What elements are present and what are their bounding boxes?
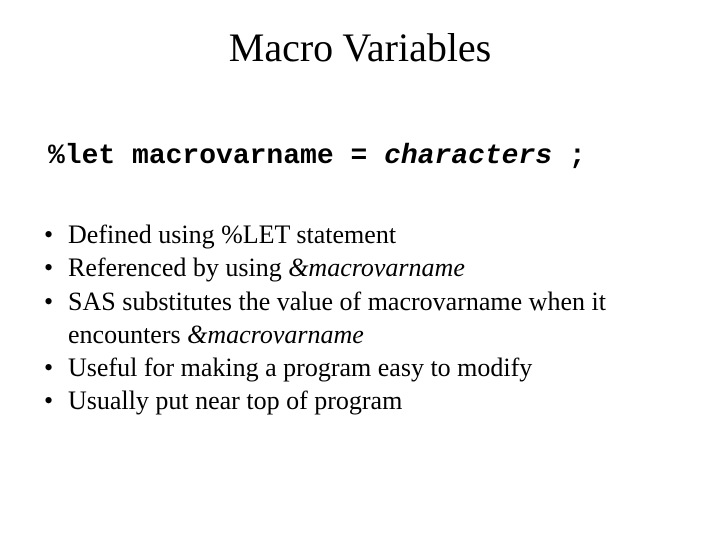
slide-title: Macro Variables [0, 0, 720, 71]
slide: Macro Variables %let macrovarname = char… [0, 0, 720, 540]
code-text-2: ; [552, 141, 586, 172]
bullet-text: Useful for making a program easy to modi… [68, 353, 532, 382]
code-text-1: %let macrovarname = [48, 141, 384, 172]
bullet-text-italic: &macrovarname [187, 320, 364, 349]
bullet-text-italic: &macrovarname [288, 253, 465, 282]
list-item: SAS substitutes the value of macrovarnam… [40, 285, 680, 352]
list-item: Referenced by using &macrovarname [40, 251, 680, 284]
list-item: Defined using %LET statement [40, 218, 680, 251]
bullet-text: Usually put near top of program [68, 386, 402, 415]
code-placeholder: characters [384, 141, 552, 172]
bullet-list: Defined using %LET statement Referenced … [0, 218, 720, 418]
list-item: Usually put near top of program [40, 384, 680, 417]
bullet-text: Defined using %LET statement [68, 220, 396, 249]
code-example: %let macrovarname = characters ; [0, 141, 720, 172]
bullet-text: Referenced by using [68, 253, 288, 282]
list-item: Useful for making a program easy to modi… [40, 351, 680, 384]
